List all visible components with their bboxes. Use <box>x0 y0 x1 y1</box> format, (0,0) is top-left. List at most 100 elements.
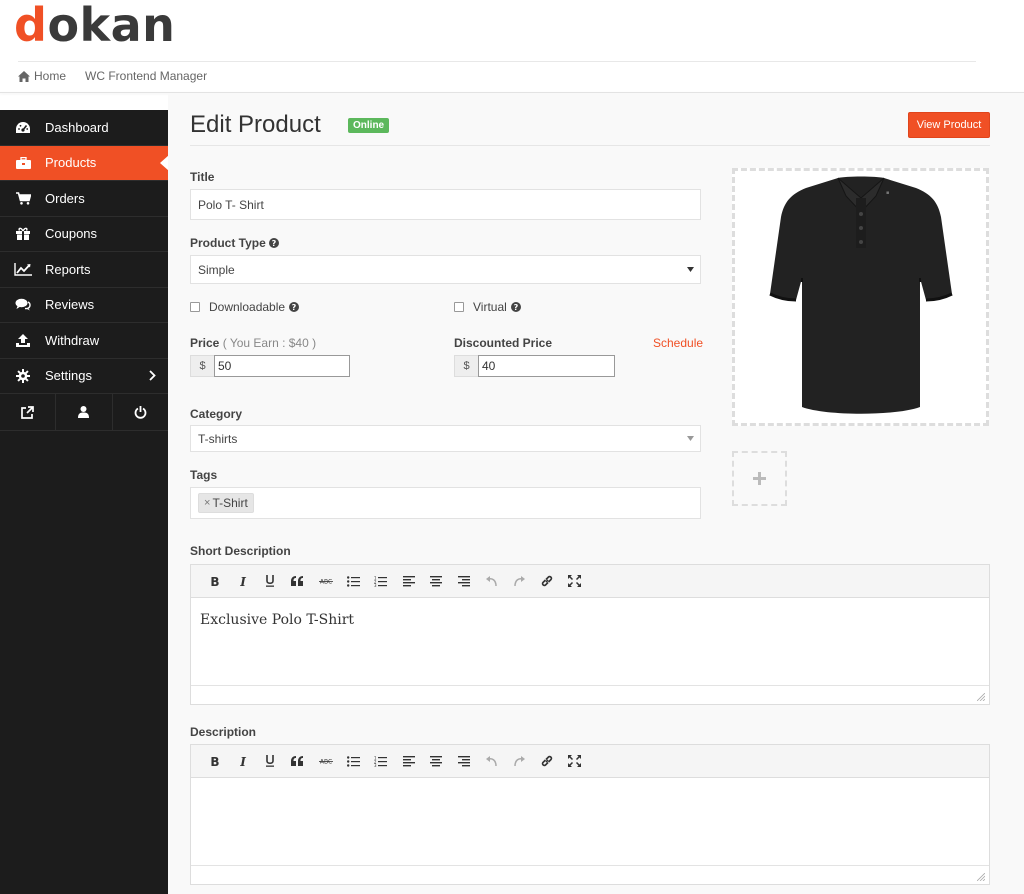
undo-button[interactable] <box>478 570 506 592</box>
edit-account-button[interactable] <box>56 394 113 430</box>
bold-icon: B <box>210 756 219 767</box>
italic-button[interactable]: I <box>229 570 257 592</box>
sidebar-item-products[interactable]: Products <box>0 145 169 181</box>
description-content[interactable] <box>191 778 989 865</box>
discounted-price-input[interactable]: 40 <box>478 355 615 377</box>
align-left-icon <box>402 755 415 766</box>
sidebar-label-reviews: Reviews <box>45 297 95 313</box>
main-content: Edit Product Online View Product Title P… <box>168 93 1024 894</box>
tags-input[interactable]: × T-Shirt <box>190 487 701 519</box>
price-currency-addon: $ <box>190 355 214 377</box>
italic-icon: I <box>239 756 246 767</box>
cart-icon <box>14 191 32 205</box>
resize-handle-icon[interactable] <box>977 693 985 701</box>
link-button[interactable] <box>533 750 561 772</box>
breadcrumb: Home WC Frontend Manager <box>18 61 976 83</box>
title-divider <box>190 145 990 146</box>
sidebar-bottom-actions <box>0 394 168 431</box>
page-title: Edit Product <box>190 111 321 138</box>
help-icon[interactable]: ? <box>510 302 521 312</box>
category-select[interactable]: T-shirts <box>190 425 701 452</box>
bold-button[interactable]: B <box>201 570 229 592</box>
numbered-list-button[interactable]: 123 <box>367 750 395 772</box>
bullet-list-icon <box>346 575 360 587</box>
align-left-icon <box>402 575 415 586</box>
svg-text:B: B <box>210 576 219 587</box>
italic-button[interactable]: I <box>229 750 257 772</box>
fullscreen-button[interactable] <box>561 570 589 592</box>
blockquote-button[interactable] <box>284 750 312 772</box>
user-icon <box>78 406 90 418</box>
virtual-checkbox[interactable] <box>454 302 464 312</box>
product-type-label: Product Type <box>190 236 266 250</box>
title-input[interactable]: Polo T- Shirt <box>190 189 701 220</box>
add-gallery-image-button[interactable] <box>732 451 787 506</box>
home-icon <box>18 70 30 82</box>
sidebar-item-settings[interactable]: Settings <box>0 359 168 394</box>
strikethrough-button[interactable]: ABC <box>312 750 340 772</box>
bullet-list-button[interactable] <box>339 750 367 772</box>
undo-button[interactable] <box>478 750 506 772</box>
editor-toolbar: B I ABC 123 <box>191 745 989 778</box>
dokan-logo[interactable]: dokan <box>14 2 175 48</box>
numbered-list-icon: 123 <box>374 576 388 587</box>
help-icon[interactable]: ? <box>268 238 279 248</box>
breadcrumb-home[interactable]: Home <box>18 69 66 83</box>
svg-text:3: 3 <box>374 763 377 767</box>
svg-text:?: ? <box>513 303 518 312</box>
redo-button[interactable] <box>506 570 534 592</box>
align-left-button[interactable] <box>395 750 423 772</box>
product-image[interactable]: ▪ <box>732 168 989 426</box>
blockquote-button[interactable] <box>284 570 312 592</box>
align-right-icon <box>458 755 471 766</box>
sidebar-item-reports[interactable]: Reports <box>0 252 168 288</box>
bullet-list-button[interactable] <box>339 570 367 592</box>
product-type-select[interactable]: Simple <box>190 255 701 284</box>
comments-icon <box>14 298 32 311</box>
numbered-list-button[interactable]: 123 <box>367 570 395 592</box>
downloadable-checkbox[interactable] <box>190 302 200 312</box>
align-center-icon <box>430 755 443 766</box>
tag-label: T-Shirt <box>212 496 248 510</box>
short-description-editor: B I ABC 123 Exclusive Polo T-Shirt <box>190 564 990 705</box>
logo-letter-d: d <box>14 0 48 52</box>
align-right-button[interactable] <box>450 570 478 592</box>
sidebar-item-orders[interactable]: Orders <box>0 181 168 217</box>
align-center-button[interactable] <box>423 750 451 772</box>
sidebar-item-dashboard[interactable]: Dashboard <box>0 110 168 146</box>
schedule-link[interactable]: Schedule <box>653 336 703 350</box>
align-right-button[interactable] <box>450 750 478 772</box>
link-button[interactable] <box>533 570 561 592</box>
sidebar-item-withdraw[interactable]: Withdraw <box>0 323 168 359</box>
logout-button[interactable] <box>113 394 168 430</box>
align-center-button[interactable] <box>423 570 451 592</box>
underline-button[interactable] <box>256 750 284 772</box>
short-description-content[interactable]: Exclusive Polo T-Shirt <box>191 598 989 685</box>
redo-icon <box>514 576 526 587</box>
align-right-icon <box>458 575 471 586</box>
align-left-button[interactable] <box>395 570 423 592</box>
sidebar: Dashboard Products Orders Coupons Report… <box>0 110 169 894</box>
help-icon[interactable]: ? <box>289 302 300 312</box>
quote-icon <box>291 576 304 586</box>
undo-icon <box>485 576 497 587</box>
view-product-button[interactable]: View Product <box>908 112 990 138</box>
remove-tag-icon[interactable]: × <box>204 497 210 509</box>
underline-icon <box>266 755 275 767</box>
breadcrumb-wc-frontend-manager[interactable]: WC Frontend Manager <box>85 69 207 83</box>
visit-store-button[interactable] <box>0 394 57 430</box>
redo-button[interactable] <box>506 750 534 772</box>
price-input[interactable]: 50 <box>214 355 350 377</box>
underline-button[interactable] <box>256 570 284 592</box>
resize-handle-icon[interactable] <box>977 873 985 881</box>
sidebar-label-coupons: Coupons <box>45 226 98 242</box>
strikethrough-button[interactable]: ABC <box>312 570 340 592</box>
sidebar-item-coupons[interactable]: Coupons <box>0 217 168 252</box>
fullscreen-icon <box>568 575 582 587</box>
bold-button[interactable]: B <box>201 750 229 772</box>
fullscreen-button[interactable] <box>561 750 589 772</box>
sidebar-item-reviews[interactable]: Reviews <box>0 288 168 323</box>
downloadable-option: Downloadable ? <box>190 300 300 314</box>
bold-icon: B <box>210 576 219 587</box>
svg-text:I: I <box>239 576 246 587</box>
